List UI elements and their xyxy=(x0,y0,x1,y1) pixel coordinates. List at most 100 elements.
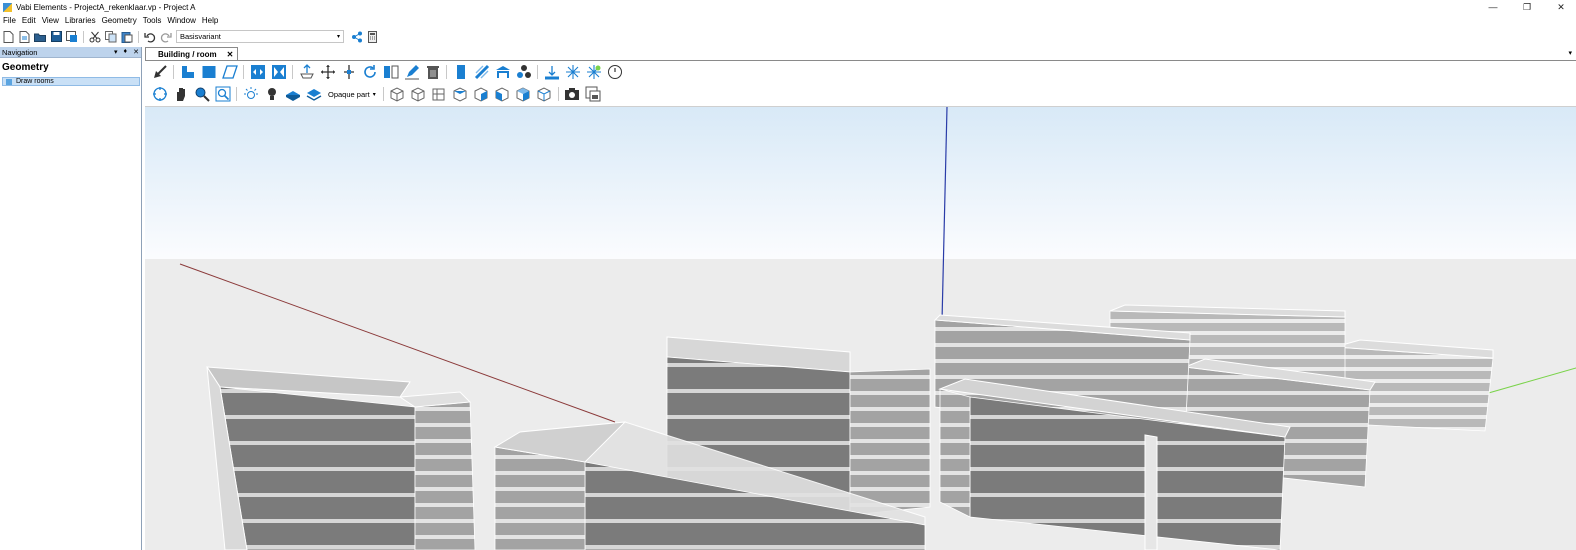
ribbon-row-edit xyxy=(145,61,1576,83)
calculator-icon[interactable] xyxy=(366,30,380,44)
view-cube-bottom-icon[interactable] xyxy=(494,86,511,103)
tab-building-room[interactable]: Building / room ✕ xyxy=(145,47,239,60)
window-title: Vabi Elements - ProjectA_rekenklaar.vp -… xyxy=(16,2,196,12)
navigation-header: Navigation ▾ ♦ ✕ xyxy=(0,47,141,58)
new-from-template-icon[interactable] xyxy=(17,30,31,44)
minimize-icon[interactable]: — xyxy=(1486,2,1500,12)
copy-icon[interactable] xyxy=(104,30,118,44)
panel-dropdown-icon[interactable]: ▾ xyxy=(114,48,118,56)
split-vertical-icon[interactable] xyxy=(270,64,287,81)
geometry-ribbon: Opaque part ▾ xyxy=(145,61,1576,107)
snap-grid-icon[interactable] xyxy=(585,64,602,81)
ribbon-separator xyxy=(537,65,538,79)
save-icon[interactable] xyxy=(49,30,63,44)
tab-list-dropdown-icon[interactable]: ▾ xyxy=(1568,49,1572,57)
light-icon[interactable] xyxy=(242,86,259,103)
layers-icon[interactable] xyxy=(305,86,322,103)
snap-icon[interactable] xyxy=(564,64,581,81)
tab-close-icon[interactable]: ✕ xyxy=(227,50,234,59)
menu-geometry[interactable]: Geometry xyxy=(99,16,140,25)
redo-icon[interactable] xyxy=(159,30,173,44)
pin-icon[interactable]: ♦ xyxy=(124,48,128,56)
restore-icon[interactable]: ❐ xyxy=(1520,2,1534,13)
delete-icon[interactable] xyxy=(424,64,441,81)
variant-select[interactable]: Basisvariant ▾ xyxy=(176,30,344,43)
snapshot-icon[interactable] xyxy=(585,86,602,103)
zoom-icon[interactable] xyxy=(193,86,210,103)
app-logo-icon xyxy=(3,2,12,12)
view-cube-wire-icon[interactable] xyxy=(536,86,553,103)
ribbon-separator xyxy=(173,65,174,79)
menu-edit[interactable]: Edit xyxy=(19,16,39,25)
group-icon[interactable] xyxy=(515,64,532,81)
edit-icon[interactable] xyxy=(403,64,420,81)
toolbar-separator xyxy=(83,30,84,43)
split-horizontal-icon[interactable] xyxy=(249,64,266,81)
menu-bar: File Edit View Libraries Geometry Tools … xyxy=(0,14,1576,27)
menu-tools[interactable]: Tools xyxy=(140,16,165,25)
orbit-icon[interactable] xyxy=(151,86,168,103)
nav-item-draw-rooms[interactable]: Draw rooms xyxy=(2,77,140,86)
view-cube-left-icon[interactable] xyxy=(431,86,448,103)
raise-icon[interactable] xyxy=(298,64,315,81)
cut-icon[interactable] xyxy=(88,30,102,44)
open-icon[interactable] xyxy=(33,30,47,44)
menu-view[interactable]: View xyxy=(39,16,62,25)
title-bar: Vabi Elements - ProjectA_rekenklaar.vp -… xyxy=(0,0,1576,14)
document-tabstrip: Building / room ✕ ▾ xyxy=(145,47,1576,61)
menu-libraries[interactable]: Libraries xyxy=(62,16,99,25)
draw-rooms-icon xyxy=(6,78,12,85)
paste-icon[interactable] xyxy=(120,30,134,44)
nav-section-geometry[interactable]: Geometry xyxy=(0,58,141,77)
camera-icon[interactable] xyxy=(564,86,581,103)
opaque-part-label: Opaque part xyxy=(328,89,370,99)
view-cube-top-icon[interactable] xyxy=(473,86,490,103)
new-file-icon[interactable] xyxy=(1,30,15,44)
share-icon[interactable] xyxy=(350,30,364,44)
bulb-icon[interactable] xyxy=(263,86,280,103)
ribbon-separator xyxy=(557,87,559,101)
window-controls: — ❐ ✕ xyxy=(1486,0,1568,14)
pan-hand-icon[interactable] xyxy=(172,86,189,103)
toolbar-separator xyxy=(138,30,139,43)
window-icon[interactable] xyxy=(473,64,490,81)
mirror-icon[interactable] xyxy=(382,64,399,81)
menu-help[interactable]: Help xyxy=(199,16,221,25)
menu-window[interactable]: Window xyxy=(164,16,198,25)
move-vertical-icon[interactable] xyxy=(340,64,357,81)
save-as-icon[interactable] xyxy=(65,30,79,44)
zoom-extents-icon[interactable] xyxy=(214,86,231,103)
view-cube-front-icon[interactable] xyxy=(389,86,406,103)
layer-icon[interactable] xyxy=(284,86,301,103)
draw-parallelogram-icon[interactable] xyxy=(221,64,238,81)
roof-icon[interactable] xyxy=(494,64,511,81)
nav-item-label: Draw rooms xyxy=(16,78,54,85)
clock-icon[interactable] xyxy=(606,64,623,81)
chevron-down-icon: ▾ xyxy=(372,91,376,98)
standard-toolbar: Basisvariant ▾ xyxy=(0,28,1576,45)
opaque-part-dropdown[interactable]: Opaque part ▾ xyxy=(328,90,376,99)
rotate-icon[interactable] xyxy=(361,64,378,81)
panel-close-icon[interactable]: ✕ xyxy=(133,48,139,56)
navigation-panel: Navigation ▾ ♦ ✕ Geometry Draw rooms xyxy=(0,47,142,550)
menu-file[interactable]: File xyxy=(0,16,19,25)
close-icon[interactable]: ✕ xyxy=(1554,2,1568,13)
3d-viewport[interactable] xyxy=(145,107,1576,550)
measure-icon[interactable] xyxy=(543,64,560,81)
select-arrow-icon[interactable] xyxy=(151,64,168,81)
move-icon[interactable] xyxy=(319,64,336,81)
ribbon-separator xyxy=(446,65,447,79)
chevron-down-icon: ▾ xyxy=(336,34,340,40)
undo-icon[interactable] xyxy=(143,30,157,44)
variant-select-value: Basisvariant xyxy=(180,32,221,41)
view-cube-iso-icon[interactable] xyxy=(515,86,532,103)
view-cube-right-icon[interactable] xyxy=(452,86,469,103)
view-cube-back-icon[interactable] xyxy=(410,86,427,103)
scene-canvas[interactable] xyxy=(145,107,1576,550)
draw-rectangle-room-icon[interactable] xyxy=(200,64,217,81)
wall-icon[interactable] xyxy=(452,64,469,81)
ribbon-separator xyxy=(236,87,237,101)
draw-polygon-room-icon[interactable] xyxy=(179,64,196,81)
document-area: Building / room ✕ ▾ Opaque part ▾ xyxy=(145,47,1576,550)
tab-label: Building / room xyxy=(158,49,217,59)
